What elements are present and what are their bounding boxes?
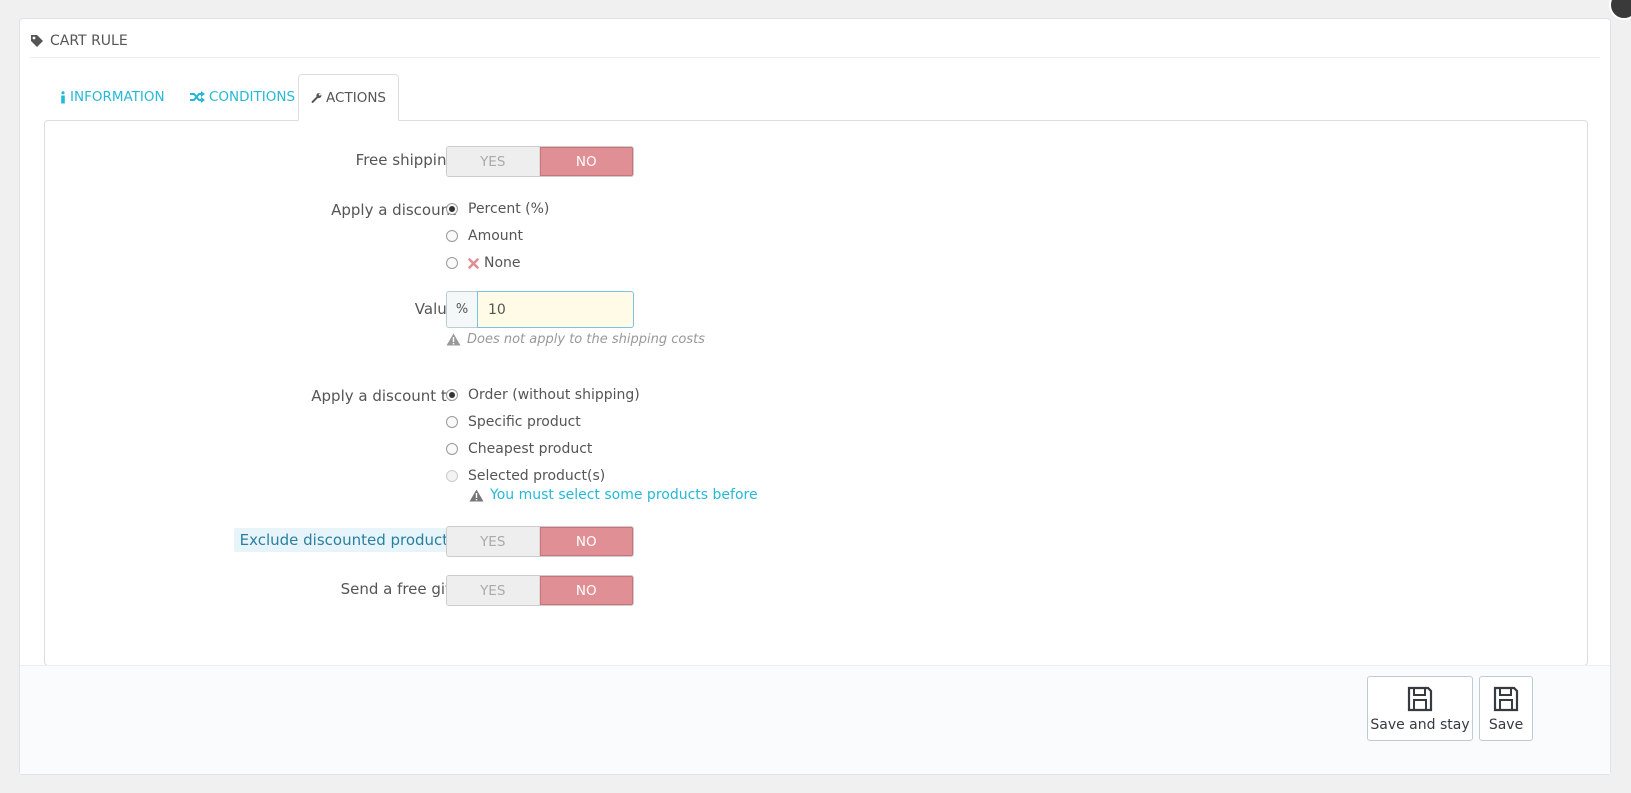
info-icon [61,90,65,103]
cart-rule-panel: CART RULE INFORMATION CONDITIONS ACTIONS… [19,18,1611,775]
tag-icon [31,35,43,47]
apply-discount-to-label: Apply a discount to [311,387,456,405]
warning-icon [469,489,484,501]
tab-actions[interactable]: ACTIONS [298,74,399,121]
tab-information[interactable]: INFORMATION [48,74,177,120]
select-products-warning[interactable]: You must select some products before [469,487,758,503]
exclude-discounted-switch[interactable]: YES NO [446,526,634,557]
radio-cheapest-product[interactable]: Cheapest product [446,441,592,457]
radio-amount-label: Amount [468,228,524,244]
tab-conditions-label: CONDITIONS [209,89,296,105]
warning-icon [446,333,461,346]
close-corner-button[interactable] [1609,0,1631,20]
free-gift-no[interactable]: NO [539,576,633,605]
save-button[interactable]: Save [1479,676,1533,741]
close-icon [468,257,479,269]
radio-specific-product[interactable]: Specific product [446,414,581,430]
radio-button[interactable] [446,203,458,215]
radio-percent-label: Percent (%) [468,201,550,217]
free-shipping-label: Free shipping [355,151,456,169]
value-input-group: % [446,291,634,328]
radio-button[interactable] [446,389,458,401]
free-shipping-no[interactable]: NO [539,147,633,176]
save-icon [1493,686,1519,711]
panel-footer: Save and stay Save [20,665,1610,774]
tab-information-label: INFORMATION [70,89,165,105]
exclude-discounted-label: Exclude discounted products [233,528,462,552]
radio-percent[interactable]: Percent (%) [446,201,549,217]
radio-amount[interactable]: Amount [446,228,523,244]
apply-discount-label: Apply a discount [331,201,456,219]
radio-order-label: Order (without shipping) [468,387,640,403]
radio-order[interactable]: Order (without shipping) [446,387,640,403]
radio-none-label: None [484,255,521,271]
tab-actions-label: ACTIONS [326,89,386,106]
radio-selected-products: Selected product(s) [446,468,605,484]
save-and-stay-button[interactable]: Save and stay [1367,676,1473,741]
save-icon [1407,686,1433,711]
value-help: Does not apply to the shipping costs [446,332,705,347]
free-shipping-yes[interactable]: YES [447,147,540,176]
radio-button[interactable] [446,257,458,269]
value-input[interactable] [477,291,634,328]
panel-title: CART RULE [50,33,128,49]
tab-conditions[interactable]: CONDITIONS [177,74,307,120]
exclude-discounted-yes[interactable]: YES [447,527,540,556]
radio-cheapest-label: Cheapest product [468,441,593,457]
radio-button[interactable] [446,230,458,242]
free-gift-yes[interactable]: YES [447,576,540,605]
free-gift-switch[interactable]: YES NO [446,575,634,606]
value-help-text: Does not apply to the shipping costs [467,332,705,347]
exclude-discounted-no[interactable]: NO [539,527,633,556]
wrench-icon [311,92,322,103]
select-products-warning-text: You must select some products before [490,487,758,503]
radio-button[interactable] [446,443,458,455]
radio-selected-label: Selected product(s) [468,468,606,484]
shuffle-icon [190,91,205,103]
panel-header: CART RULE [30,25,1600,58]
radio-specific-label: Specific product [468,414,581,430]
free-shipping-row: Free shipping YES NO [45,146,1587,177]
save-and-stay-label: Save and stay [1370,716,1470,733]
radio-button[interactable] [446,416,458,428]
save-label: Save [1488,716,1524,733]
free-gift-label: Send a free gift [340,580,456,598]
radio-none-text: None [468,255,521,271]
radio-button [446,470,458,482]
radio-none[interactable]: None [446,255,521,271]
percent-addon: % [446,291,477,328]
actions-tab-content: Free shipping YES NO Apply a discount Pe… [44,120,1588,666]
free-shipping-switch[interactable]: YES NO [446,146,634,177]
